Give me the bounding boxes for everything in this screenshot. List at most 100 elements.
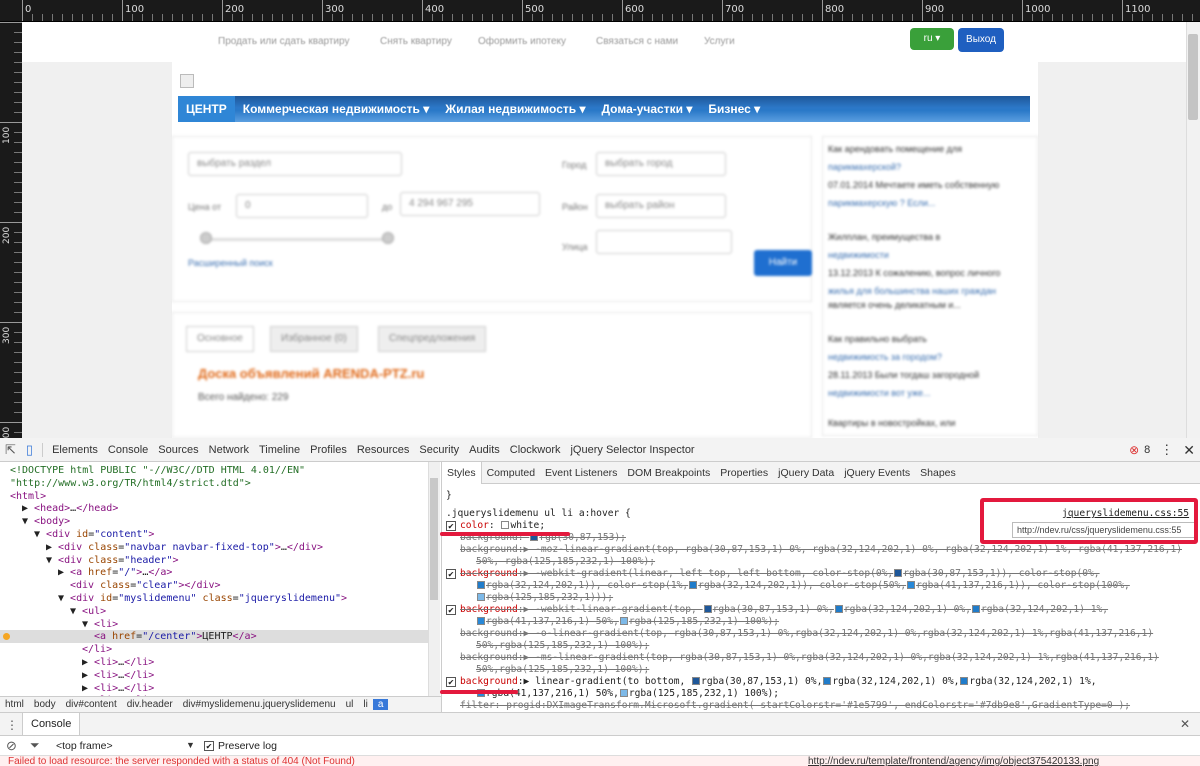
tab-styles[interactable]: Styles [441,461,482,484]
find-button[interactable]: Найти [754,250,812,276]
crumb-div-myslidemenu[interactable]: div#myslidemenu.jqueryslidemenu [178,699,341,710]
street-input[interactable] [596,230,732,254]
tab-jquery-data[interactable]: jQuery Data [773,462,839,484]
webkit-linear-checkbox[interactable]: ✔ [446,605,456,615]
dom-node[interactable]: ▼ <body> [22,515,70,528]
price-to-input[interactable]: 4 294 967 295 [400,192,540,216]
crumb-li[interactable]: li [358,699,372,710]
price-slider-handle-min[interactable] [200,232,212,244]
dom-node[interactable]: ▶ <li>…</li> [82,682,154,695]
tab-profiles[interactable]: Profiles [305,438,352,462]
rule-selector[interactable]: .jqueryslidemenu ul li a:hover { [446,508,631,520]
dom-node-selected[interactable]: <a href="/center">ЦЕНТР</a> [0,630,428,644]
tab-event-listeners[interactable]: Event Listeners [540,462,622,484]
menu-item-business[interactable]: Бизнес ▾ [700,96,768,122]
filter-icon[interactable]: ⏷ [30,738,40,753]
tab-properties[interactable]: Properties [715,462,773,484]
crumb-div-header[interactable]: div.header [122,699,178,710]
news-item[interactable]: является очень деликатным и... [828,296,1034,314]
broken-logo-image[interactable] [180,74,194,88]
tab-console[interactable]: Console [103,438,153,462]
tab-audits[interactable]: Audits [464,438,505,462]
elements-dom-tree[interactable]: <!DOCTYPE html PUBLIC "-//W3C//DTD HTML … [0,462,428,696]
crumb-html[interactable]: html [0,699,29,710]
section-select[interactable]: выбрать раздел [188,152,402,176]
news-item[interactable]: Квартиры в новостройках, или [828,414,1034,432]
elements-scrollbar-thumb[interactable] [430,478,438,600]
dom-node[interactable]: ▶ <a href="/">…</a> [58,566,172,579]
more-options-icon[interactable]: ⋮ [1155,438,1178,462]
dom-node[interactable]: ▶ <li>…</li> [82,656,154,669]
error-count[interactable]: 8 [1144,438,1155,462]
tab-shapes[interactable]: Shapes [915,462,961,484]
language-button[interactable]: ru ▾ [910,28,954,50]
tab-jquery-selector-inspector[interactable]: jQuery Selector Inspector [565,438,699,462]
webkit-gradient-checkbox[interactable]: ✔ [446,569,456,579]
toplink-mortgage[interactable]: Оформить ипотеку [478,36,566,47]
news-item[interactable]: Как арендовать помещение для парикмахерск… [828,140,1034,176]
menu-item-residential[interactable]: Жилая недвижимость ▾ [437,96,593,122]
news-item[interactable]: Как правильно выбрать недвижимость за гор… [828,330,1034,366]
news-item[interactable]: 28.11.2013 Были тогдаш загородной недвижи… [828,366,1034,402]
dom-node[interactable]: ▶ <head>…</head> [22,502,118,515]
tab-clockwork[interactable]: Clockwork [505,438,566,462]
error-icon[interactable]: ⊗ [1124,438,1144,462]
console-error-url[interactable]: http://ndev.ru/template/frontend/agency/… [808,756,1099,766]
dom-node[interactable]: ▼ <div id="content"> [34,528,154,541]
drawer-tab-console[interactable]: Console [22,713,81,735]
preserve-log-checkbox[interactable]: ✔ [204,741,214,751]
advanced-search-link[interactable]: Расширенный поиск [188,258,273,268]
tab-main[interactable]: Основное [186,326,254,352]
tab-jquery-events[interactable]: jQuery Events [839,462,915,484]
tab-resources[interactable]: Resources [352,438,415,462]
clear-console-icon[interactable]: ⊘ [6,738,17,754]
tab-sources[interactable]: Sources [153,438,203,462]
frame-select[interactable]: <top frame> [56,740,113,752]
toplink-services[interactable]: Услуги [704,36,735,47]
dom-node[interactable]: "http://www.w3.org/TR/html4/strict.dtd"> [10,477,251,490]
drawer-menu-icon[interactable]: ⋮ [6,718,18,732]
city-select[interactable]: выбрать город [596,152,726,176]
menu-item-commercial[interactable]: Коммерческая недвижимость ▾ [235,96,437,122]
drawer-close-icon[interactable]: ✕ [1180,717,1190,731]
tab-computed[interactable]: Computed [482,462,540,484]
dom-node[interactable]: ▼ <ul> [70,605,106,618]
price-from-input[interactable]: 0 [236,194,368,218]
menu-item-center[interactable]: ЦЕНТР [178,96,235,122]
crumb-div-content[interactable]: div#content [61,699,122,710]
district-select[interactable]: выбрать район [596,194,726,218]
tab-elements[interactable]: Elements [47,438,103,462]
dom-node[interactable]: ▶ <div class="navbar navbar-fixed-top">…… [46,541,323,554]
dom-node[interactable]: ▼ <li> [82,618,118,631]
inspect-icon[interactable]: ⇱ [0,438,21,462]
menu-item-houses[interactable]: Дома-участки ▾ [593,96,700,122]
tab-security[interactable]: Security [414,438,464,462]
tab-favorites[interactable]: Избранное (0) [270,326,358,352]
dom-node[interactable]: <div class="clear"></div> [70,579,221,592]
dom-node[interactable]: <!DOCTYPE html PUBLIC "-//W3C//DTD HTML … [10,464,305,477]
dom-node[interactable]: </li> [82,643,112,656]
dom-node[interactable]: ▶ <li>…</li> [82,669,154,682]
toplink-contact[interactable]: Связаться с нами [596,36,678,47]
news-item[interactable]: Жилплан, преимущества в недвижимости [828,228,1034,264]
tab-network[interactable]: Network [204,438,254,462]
toplink-rent[interactable]: Снять квартиру [380,36,452,47]
dom-node[interactable]: ▼ <div id="myslidemenu" class="jquerysli… [58,592,347,605]
linear-gradient-checkbox[interactable]: ✔ [446,677,456,687]
dom-node[interactable]: <html> [10,490,46,503]
toplink-sell[interactable]: Продать или сдать квартиру [218,36,349,47]
dom-node[interactable]: ▼ <div class="header"> [46,554,179,567]
crumb-ul[interactable]: ul [341,699,359,710]
price-slider-handle-max[interactable] [382,232,394,244]
news-item[interactable]: 07.01.2014 Мечтаете иметь собственную пар… [828,176,1034,212]
tab-special-offers[interactable]: Спецпредложения [378,326,487,352]
tab-dom-breakpoints[interactable]: DOM Breakpoints [622,462,715,484]
close-icon[interactable]: ✕ [1178,438,1200,462]
crumb-body[interactable]: body [29,699,61,710]
news-item[interactable]: 13.12.2013 К сожалению, вопрос личного жи… [828,264,1034,300]
tab-timeline[interactable]: Timeline [254,438,305,462]
device-mode-icon[interactable]: ▯ [21,438,38,462]
frame-dropdown-icon[interactable]: ▼ [186,740,195,750]
page-scrollbar-thumb[interactable] [1188,34,1198,120]
price-slider-track[interactable] [204,238,390,241]
